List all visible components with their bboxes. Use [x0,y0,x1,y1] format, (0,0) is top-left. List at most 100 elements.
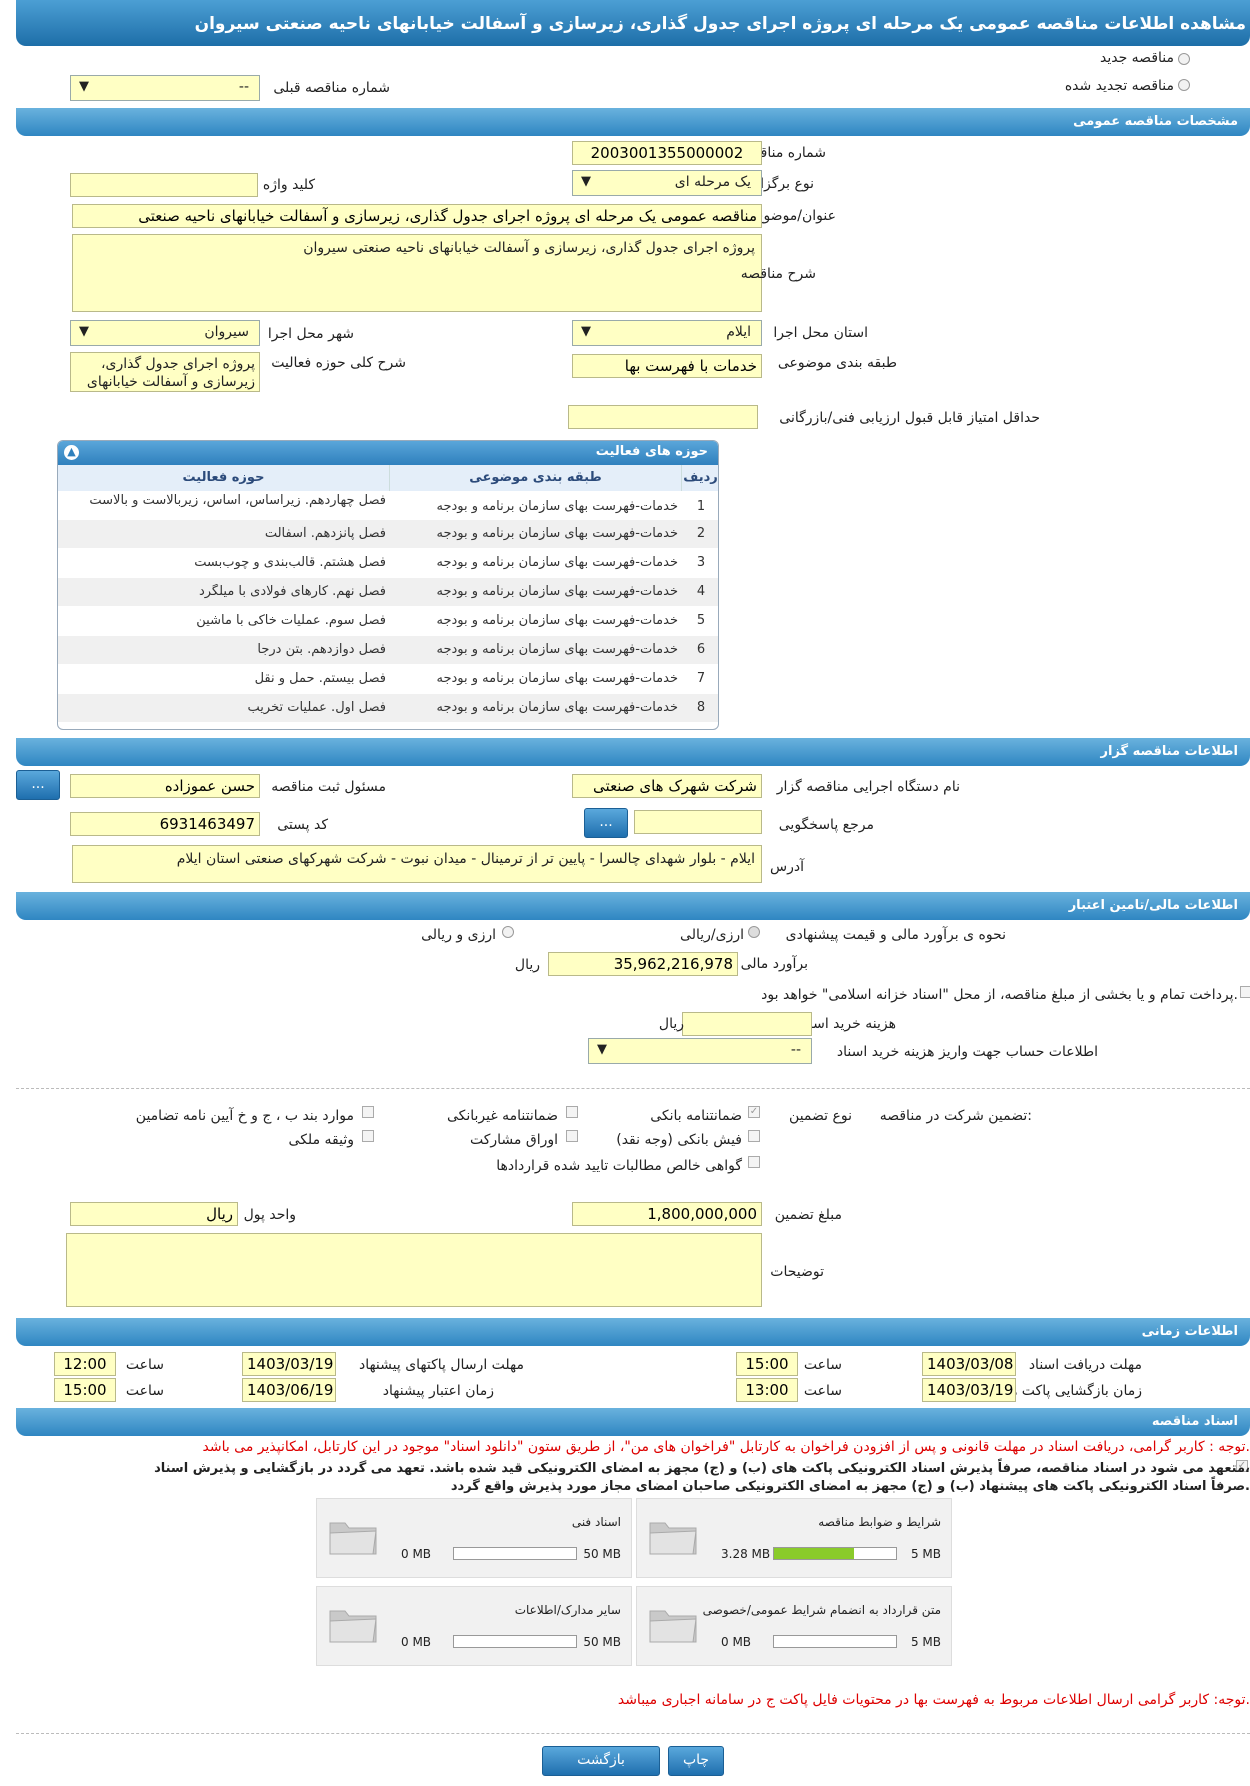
method-select[interactable]: ▼ یک مرحله ای [572,170,762,196]
currency-both-radio[interactable] [502,926,514,938]
document-card[interactable]: اسناد فنی 50 MB 0 MB [316,1498,632,1578]
document-current-size: 0 MB [401,1547,432,1561]
document-max-size: 50 MB [583,1547,621,1561]
account-label: اطلاعات حساب جهت واریز هزینه خرید اسناد [836,1044,1098,1060]
bank-guarantee-label: ضمانتنامه بانکی [650,1108,742,1124]
commitment-text-1: متعهد می شود در اسناد مناقصه، صرفاً پذیر… [154,1461,1250,1476]
estimate-field: 35,962,216,978 [548,952,738,976]
page-header: مشاهده اطلاعات مناقصه عمومی یک مرحله ای … [16,0,1250,46]
print-button[interactable]: چاپ [668,1746,724,1776]
estimate-unit: ریال [514,957,540,973]
ref-lookup-button[interactable]: ... [584,808,628,838]
section-organizer: اطلاعات مناقصه گزار [16,738,1250,766]
claims-certificate-checkbox[interactable] [748,1156,760,1168]
keyword-label: کلید واژه [262,177,315,193]
new-tender-label: مناقصه جدید [1099,50,1174,66]
divider [16,1733,1250,1734]
chevron-down-icon: ▼ [597,1042,607,1057]
row-number: 6 [696,642,706,657]
row-activity: فصل چهاردهم. زیراساس، اساس، زیربالاست و … [89,493,386,508]
bonds-label: اوراق مشارکت [469,1132,558,1148]
opening-time-field: 13:00 [736,1378,798,1402]
prev-tender-select[interactable]: ▼ -- [70,75,260,101]
folder-icon [649,1610,697,1643]
regulation-items-checkbox[interactable] [362,1106,374,1118]
document-card[interactable]: متن قرارداد به انضمام شرایط عمومی/خصوصی 5… [636,1586,952,1666]
back-button[interactable]: بازگشت [542,1746,660,1776]
property-checkbox[interactable] [362,1130,374,1142]
responsible-field: حسن عموزاده [70,774,260,798]
validity-date-field: 1403/06/19 [242,1378,336,1402]
cash-receipt-label: فیش بانکی (وجه نقد) [616,1132,742,1148]
guarantee-label: تضمین شرکت در مناقصه: [879,1108,1032,1124]
doc-cost-field [682,1012,812,1036]
bank-guarantee-checkbox[interactable]: ✓ [748,1106,760,1118]
receive-time-field: 15:00 [736,1352,798,1376]
download-note: توجه : کاربر گرامی، دریافت اسناد در مهلت… [202,1439,1250,1455]
document-progress-bar [773,1547,897,1560]
responsible-lookup-button[interactable]: ... [16,770,60,800]
row-activity: فصل پانزدهم. آسفالت [264,526,386,541]
validity-label: زمان اعتبار پیشنهاد [382,1383,494,1399]
row-number: 1 [696,499,706,514]
row-activity: فصل دوازدهم. بتن درجا [257,642,386,657]
regulation-items-label: موارد بند ب ، ج و خ آیین نامه تضامین [135,1108,354,1124]
agency-label: نام دستگاه اجرایی مناقصه گزار [776,779,960,795]
treasury-label: پرداخت تمام و یا بخشی از مبلغ مناقصه، از… [761,987,1238,1003]
collapse-icon[interactable]: ▲ [64,445,79,460]
row-category: خدمات-فهرست بهای سازمان برنامه و بودجه [436,499,678,514]
row-category: خدمات-فهرست بهای سازمان برنامه و بودجه [436,613,678,628]
receive-date-field: 1403/03/08 [922,1352,1016,1376]
currency-rial-radio[interactable] [748,926,760,938]
table-row: 5 خدمات-فهرست بهای سازمان برنامه و بودجه ف… [58,607,718,635]
province-select[interactable]: ▼ ایلام [572,320,762,346]
col-row-number: ردیف [682,465,718,491]
document-current-size: 3.28 MB [721,1547,771,1561]
opening-time-label: زمان بازگشایی پاکت ها [1005,1383,1142,1399]
chevron-down-icon: ▼ [79,79,89,94]
time-label: ساعت [803,1357,842,1373]
activities-table-title: حوزه های فعالیت [595,444,708,459]
document-max-size: 5 MB [910,1547,941,1561]
prev-tender-label: شماره مناقصه قبلی [273,80,390,96]
table-row: 3 خدمات-فهرست بهای سازمان برنامه و بودجه ف… [58,549,718,577]
row-category: خدمات-فهرست بهای سازمان برنامه و بودجه [436,671,678,686]
table-row: 4 خدمات-فهرست بهای سازمان برنامه و بودجه ف… [58,578,718,606]
currency-rial-label: ارزی/ریالی [680,927,744,943]
province-label: استان محل اجرا [773,325,868,341]
nonbank-guarantee-checkbox[interactable] [566,1106,578,1118]
folder-icon [329,1522,377,1555]
postal-field: 6931463497 [70,812,260,836]
bonds-checkbox[interactable] [566,1130,578,1142]
currency-field: ریال [70,1202,238,1226]
send-date-field: 1403/03/19 [242,1352,336,1376]
guarantee-amount-label: مبلغ تضمین [774,1207,842,1223]
document-card[interactable]: شرایط و ضوابط مناقصه 5 MB 3.28 MB [636,1498,952,1578]
account-select[interactable]: ▼ -- [588,1038,812,1064]
property-label: وثیقه ملکی [288,1132,354,1148]
section-documents: اسناد مناقصه [16,1408,1250,1436]
document-card[interactable]: سایر مدارک/اطلاعات 50 MB 0 MB [316,1586,632,1666]
estimate-label: برآورد مالی [740,956,808,972]
renewed-tender-radio[interactable] [1178,79,1190,91]
row-activity: فصل نهم. کارهای فولادی با میلگرد [198,584,386,599]
document-current-size: 0 MB [401,1635,432,1649]
doc-cost-unit: ریال [658,1016,684,1032]
min-score-field[interactable] [568,405,758,429]
keyword-field[interactable] [70,173,258,197]
currency-both-label: ارزی و ریالی [421,927,496,943]
new-tender-radio[interactable] [1178,53,1190,65]
tender-number-field: 2003001355000002 [572,141,762,165]
currency-label: واحد پول [243,1207,296,1223]
activity-field: پروژه اجرای جدول گذاری، زیرسازی و آسفالت… [70,352,260,392]
treasury-checkbox[interactable] [1240,986,1250,998]
row-category: خدمات-فهرست بهای سازمان برنامه و بودجه [436,700,678,715]
section-general: مشخصات مناقصه عمومی [16,108,1250,136]
folder-icon [329,1610,377,1643]
table-row: 7 خدمات-فهرست بهای سازمان برنامه و بودجه ف… [58,665,718,693]
document-title: شرایط و ضوابط مناقصه [818,1515,941,1529]
row-activity: فصل اول. عملیات تخریب [247,700,386,715]
city-select[interactable]: ▼ سیروان [70,320,260,346]
cash-receipt-checkbox[interactable] [748,1130,760,1142]
price-list-note: توجه: کاربر گرامی ارسال اطلاعات مربوط به… [617,1692,1250,1708]
